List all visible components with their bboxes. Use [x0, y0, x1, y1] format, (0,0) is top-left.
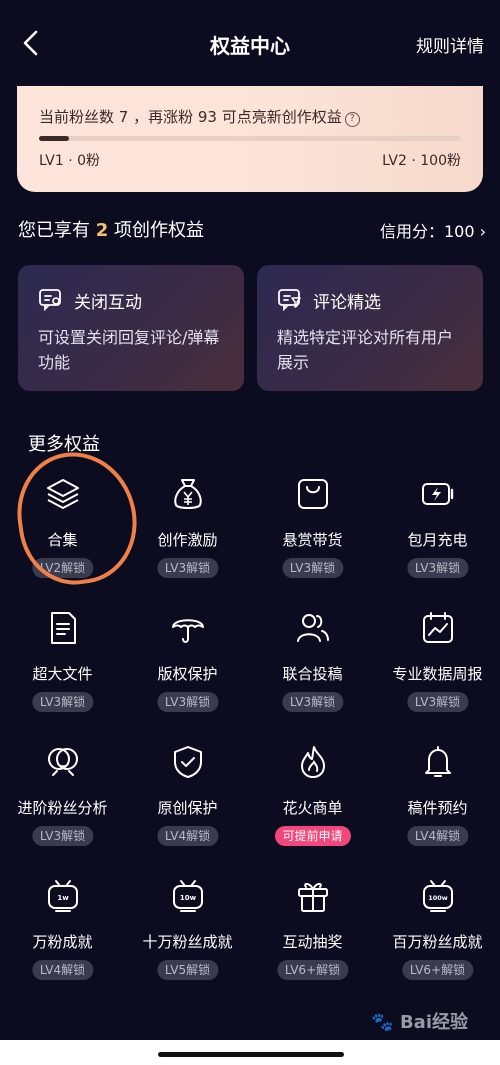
feature-card-title: 关闭互动 — [74, 293, 142, 313]
benefit-label: 进阶粉丝分析 — [17, 799, 108, 817]
shield-check-icon — [174, 746, 202, 778]
rules-detail-link[interactable]: 规则详情 — [416, 32, 484, 57]
document-icon — [51, 612, 76, 644]
watermark: 🐾 Bai经验 — [371, 1012, 468, 1033]
benefit-label: 悬赏带货 — [282, 531, 343, 549]
shopping-bag-icon — [298, 479, 328, 509]
benefits-count: 2 — [95, 220, 109, 241]
tv-100w-icon: 100w — [423, 880, 453, 912]
benefit-item-100k-fans[interactable]: 10w 十万粉丝成就 LV5解锁 — [125, 878, 250, 1008]
unlock-badge: LV6+解锁 — [276, 960, 349, 980]
benefit-label: 万粉成就 — [32, 933, 93, 951]
unlock-badge: LV6+解锁 — [401, 960, 474, 980]
svg-text:100w: 100w — [428, 894, 448, 902]
benefit-label: 专业数据周报 — [392, 665, 483, 683]
benefit-label: 版权保护 — [157, 665, 218, 683]
unlock-badge: LV4解锁 — [156, 826, 219, 846]
unlock-badge: LV3解锁 — [31, 692, 94, 712]
fans-analysis-icon — [48, 748, 78, 776]
svg-text:10w: 10w — [180, 894, 197, 902]
benefit-item-data-report[interactable]: 专业数据周报 LV3解锁 — [375, 610, 500, 740]
level-progress-bar — [39, 136, 461, 141]
benefit-item-large-file[interactable]: 超大文件 LV3解锁 — [0, 610, 125, 740]
benefit-item-interactive-lottery[interactable]: 互动抽奖 LV6+解锁 — [250, 878, 375, 1008]
benefit-label: 互动抽奖 — [282, 933, 343, 951]
feature-card-close-interaction[interactable]: 关闭互动 可设置关闭回复评论/弹幕功能 — [18, 265, 244, 391]
credit-score-link[interactable]: 信用分：100 › — [380, 218, 486, 242]
benefit-label: 原创保护 — [157, 799, 218, 817]
benefit-label: 十万粉丝成就 — [142, 933, 233, 951]
benefit-item-10k-fans[interactable]: 1w 万粉成就 LV4解锁 — [0, 878, 125, 1008]
tv-10w-icon: 10w — [173, 880, 203, 912]
unlock-badge: LV4解锁 — [31, 960, 94, 980]
users-icon — [297, 614, 329, 642]
bell-icon — [425, 746, 451, 777]
benefit-item-fan-analysis[interactable]: 进阶粉丝分析 LV3解锁 — [0, 744, 125, 874]
unlock-badge: LV3解锁 — [406, 692, 469, 712]
benefit-item-copyright-protection[interactable]: 版权保护 LV3解锁 — [125, 610, 250, 740]
comment-filter-icon — [278, 289, 301, 311]
level-progress-fill — [39, 136, 69, 141]
benefit-label: 超大文件 — [32, 665, 93, 683]
flame-icon — [301, 746, 325, 778]
fans-progress-text: 当前粉丝数 7 ，再涨粉 93 可点亮新创作权益? — [39, 106, 360, 127]
benefits-heading: 您已享有 2 项创作权益 — [18, 220, 204, 241]
feature-card-desc: 精选特定评论对所有用户展示 — [277, 328, 454, 372]
feature-card-desc: 可设置关闭回复评论/弹幕功能 — [38, 328, 220, 372]
benefit-item-spark-orders[interactable]: 花火商单 可提前申请 — [250, 744, 375, 874]
help-icon[interactable]: ? — [344, 112, 360, 127]
benefit-item-million-fans[interactable]: 100w 百万粉丝成就 LV6+解锁 — [375, 878, 500, 1008]
comment-settings-icon — [39, 289, 61, 311]
benefit-item-reward-selling[interactable]: 悬赏带货 LV3解锁 — [250, 476, 375, 606]
unlock-badge: LV3解锁 — [156, 692, 219, 712]
benefit-item-joint-submission[interactable]: 联合投稿 LV3解锁 — [250, 610, 375, 740]
nav-bar: 权益中心 规则详情 — [0, 0, 500, 86]
unlock-badge: LV4解锁 — [406, 826, 469, 846]
umbrella-icon — [172, 619, 204, 643]
unlock-badge: LV3解锁 — [406, 558, 469, 578]
level-end-label: LV2 · 100粉 — [382, 153, 461, 169]
unlock-badge: LV5解锁 — [156, 960, 219, 980]
paw-icon: 🐾 — [371, 1012, 394, 1033]
level-start-label: LV1 · 0粉 — [39, 153, 101, 169]
benefit-label: 稿件预约 — [407, 799, 468, 817]
unlock-badge: LV3解锁 — [281, 558, 344, 578]
benefit-label: 包月充电 — [407, 531, 468, 549]
benefit-label: 百万粉丝成就 — [392, 933, 483, 951]
unlock-badge: LV3解锁 — [281, 692, 344, 712]
benefit-item-monthly-charge[interactable]: 包月充电 LV3解锁 — [375, 476, 500, 606]
benefit-label: 花火商单 — [282, 799, 343, 817]
battery-charge-icon — [422, 483, 454, 505]
money-bag-icon — [174, 479, 202, 509]
benefit-item-original-protection[interactable]: 原创保护 LV4解锁 — [125, 744, 250, 874]
apply-early-badge[interactable]: 可提前申请 — [274, 826, 351, 846]
svg-text:1w: 1w — [57, 894, 69, 902]
feature-card-comment-select[interactable]: 评论精选 精选特定评论对所有用户展示 — [257, 265, 483, 391]
home-indicator[interactable] — [158, 1052, 344, 1057]
unlock-badge: LV3解锁 — [31, 826, 94, 846]
benefit-label: 联合投稿 — [282, 665, 343, 683]
benefit-label: 创作激励 — [157, 531, 218, 549]
benefit-item-submission-reservation[interactable]: 稿件预约 LV4解锁 — [375, 744, 500, 874]
tv-1w-icon: 1w — [48, 880, 78, 912]
unlock-badge: LV3解锁 — [156, 558, 219, 578]
gift-icon — [298, 882, 328, 912]
benefit-item-creation-incentive[interactable]: 创作激励 LV3解锁 — [125, 476, 250, 606]
calendar-chart-icon — [423, 612, 453, 643]
feature-card-title: 评论精选 — [313, 293, 381, 313]
